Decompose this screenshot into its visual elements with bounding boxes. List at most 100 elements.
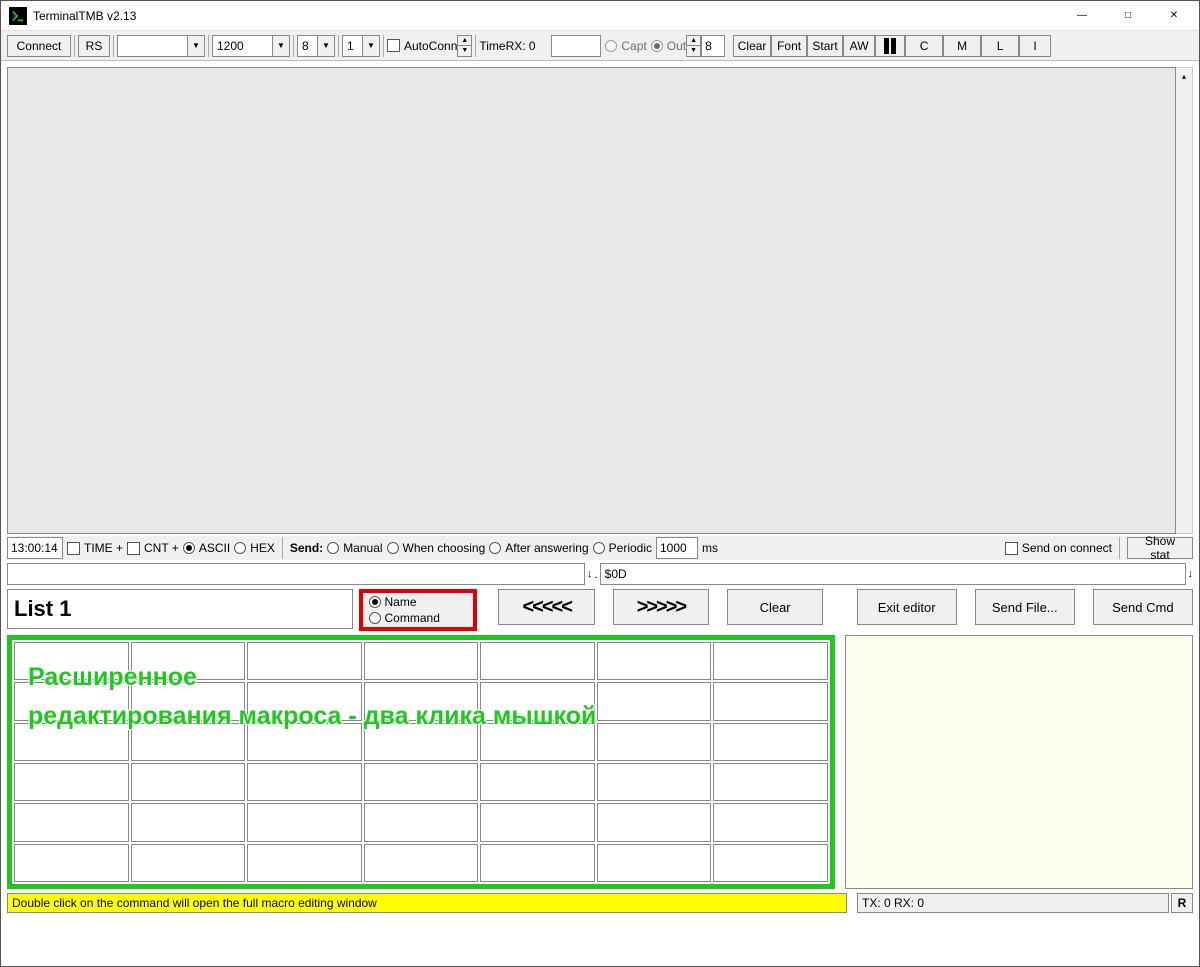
macro-cell[interactable]	[131, 642, 246, 680]
clear-button[interactable]: Clear	[733, 35, 771, 57]
terminal-output[interactable]	[7, 67, 1176, 534]
macro-cell[interactable]	[597, 723, 712, 761]
close-button[interactable]: ✕	[1151, 1, 1197, 31]
macro-cell[interactable]	[131, 723, 246, 761]
status-r-button[interactable]: R	[1171, 893, 1193, 913]
macro-cell[interactable]	[131, 682, 246, 720]
macro-cell[interactable]	[480, 803, 595, 841]
macro-cell[interactable]	[131, 803, 246, 841]
macro-cell[interactable]	[597, 682, 712, 720]
timerx-label: TimeRX: 0	[479, 39, 551, 53]
l-button[interactable]: L	[981, 35, 1019, 57]
macro-cell[interactable]	[364, 642, 479, 680]
suffix-input[interactable]: $0D	[600, 563, 1186, 585]
i-button[interactable]: I	[1019, 35, 1051, 57]
macro-cell[interactable]	[14, 642, 129, 680]
macro-cell[interactable]	[247, 844, 362, 882]
minimize-button[interactable]: —	[1059, 1, 1105, 31]
macro-cell[interactable]	[713, 844, 828, 882]
databits-select[interactable]: 8	[297, 35, 335, 57]
periodic-value[interactable]: 1000	[656, 537, 698, 559]
exit-editor-button[interactable]: Exit editor	[857, 589, 957, 625]
macro-cell[interactable]	[247, 723, 362, 761]
periodic-radio[interactable]: Periodic	[593, 541, 652, 555]
out-radio: Out	[651, 39, 686, 53]
macro-cell[interactable]	[713, 723, 828, 761]
command-radio[interactable]: Command	[369, 611, 467, 625]
prev-button[interactable]: <<<<<	[498, 589, 594, 625]
macro-cell[interactable]	[247, 803, 362, 841]
macro-cell[interactable]	[247, 682, 362, 720]
list-title[interactable]: List 1	[7, 589, 353, 629]
command-input[interactable]	[7, 563, 585, 585]
out-spin[interactable]: ▲▼	[686, 35, 701, 57]
autoconnect-spin[interactable]: ▲▼	[457, 35, 472, 57]
maximize-button[interactable]: □	[1105, 1, 1151, 31]
macro-cell[interactable]	[364, 844, 479, 882]
macro-cell[interactable]	[713, 763, 828, 801]
cnt-plus-checkbox[interactable]: CNT +	[127, 541, 179, 555]
macro-cell[interactable]	[480, 682, 595, 720]
ascii-radio[interactable]: ASCII	[183, 541, 230, 555]
out-value[interactable]: 8	[701, 35, 725, 57]
macro-cell[interactable]	[364, 803, 479, 841]
show-stat-button[interactable]: Show stat	[1127, 537, 1193, 559]
macro-cell[interactable]	[14, 844, 129, 882]
c-button[interactable]: C	[905, 35, 943, 57]
status-bar: Double click on the command will open th…	[7, 893, 1193, 913]
macro-cell[interactable]	[14, 763, 129, 801]
app-icon	[9, 7, 27, 25]
aw-button[interactable]: AW	[843, 35, 875, 57]
macro-cell[interactable]	[713, 803, 828, 841]
timerx-input[interactable]	[551, 35, 601, 57]
macro-cell[interactable]	[131, 844, 246, 882]
capt-radio: Capt	[605, 39, 646, 53]
macro-cell[interactable]	[713, 682, 828, 720]
macro-cell[interactable]	[480, 763, 595, 801]
macro-cell[interactable]	[597, 642, 712, 680]
preview-panel[interactable]	[845, 635, 1193, 889]
macro-cell[interactable]	[364, 763, 479, 801]
macro-cell[interactable]	[597, 803, 712, 841]
macro-cell[interactable]	[247, 642, 362, 680]
suffix-dropdown-icon[interactable]: ↓	[1188, 568, 1194, 580]
font-button[interactable]: Font	[771, 35, 807, 57]
macro-cell[interactable]	[14, 803, 129, 841]
send-cmd-button[interactable]: Send Cmd	[1093, 589, 1193, 625]
connect-button[interactable]: Connect	[7, 35, 71, 57]
autoconnect-checkbox[interactable]: AutoConn	[387, 39, 457, 53]
macro-cell[interactable]	[14, 723, 129, 761]
start-button[interactable]: Start	[807, 35, 843, 57]
next-button[interactable]: >>>>>	[613, 589, 709, 625]
macro-cell[interactable]	[480, 844, 595, 882]
macro-cell[interactable]	[597, 763, 712, 801]
scroll-up-icon[interactable]: ▴	[1176, 68, 1192, 85]
send-on-connect-checkbox[interactable]: Send on connect	[1005, 541, 1112, 555]
name-radio[interactable]: Name	[369, 595, 467, 609]
manual-radio[interactable]: Manual	[327, 541, 382, 555]
port-select[interactable]	[117, 35, 205, 57]
macro-cell[interactable]	[480, 723, 595, 761]
macro-grid	[12, 640, 830, 884]
macro-cell[interactable]	[364, 682, 479, 720]
send-file-button[interactable]: Send File...	[975, 589, 1075, 625]
macro-cell[interactable]	[14, 682, 129, 720]
hex-radio[interactable]: HEX	[234, 541, 275, 555]
time-plus-checkbox[interactable]: TIME +	[67, 541, 123, 555]
pause-button[interactable]	[875, 35, 905, 57]
when-choosing-radio[interactable]: When choosing	[387, 541, 486, 555]
rs-button[interactable]: RS	[78, 35, 110, 57]
dropdown-icon[interactable]: ↓	[587, 568, 593, 580]
macro-cell[interactable]	[480, 642, 595, 680]
macro-cell[interactable]	[713, 642, 828, 680]
clear-macro-button[interactable]: Clear	[727, 589, 823, 625]
m-button[interactable]: M	[943, 35, 981, 57]
parity-select[interactable]: 1	[342, 35, 380, 57]
macro-cell[interactable]	[364, 723, 479, 761]
macro-cell[interactable]	[597, 844, 712, 882]
baud-select[interactable]: 1200	[212, 35, 290, 57]
after-answering-radio[interactable]: After answering	[489, 541, 588, 555]
macro-cell[interactable]	[247, 763, 362, 801]
macro-cell[interactable]	[131, 763, 246, 801]
terminal-scrollbar[interactable]: ▴	[1176, 67, 1193, 534]
